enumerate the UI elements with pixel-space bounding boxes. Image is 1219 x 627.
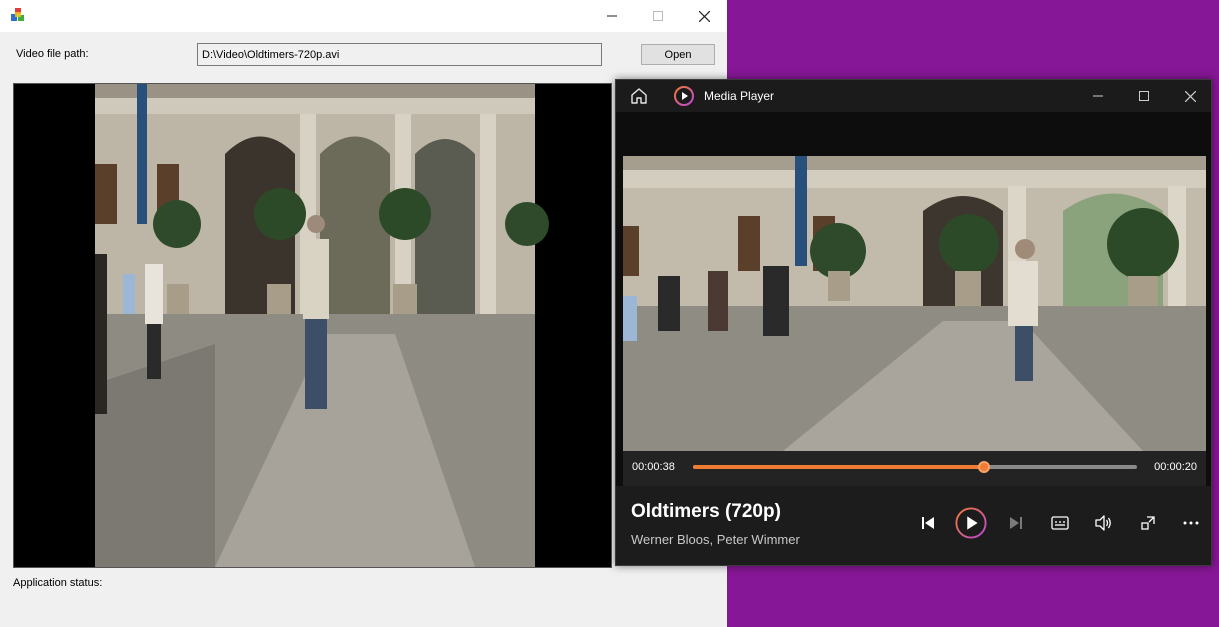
- seek-thumb[interactable]: [977, 461, 990, 473]
- mini-player-icon: [1141, 516, 1155, 530]
- mini-player-button[interactable]: [1132, 507, 1164, 539]
- home-icon[interactable]: [630, 87, 648, 105]
- video-frame: [623, 156, 1206, 451]
- media-player-logo-icon: [674, 86, 694, 106]
- media-player-window: Media Player 00:00:38 00:00:20 Oldtimers…: [615, 79, 1212, 566]
- close-icon: [698, 10, 710, 22]
- media-artist: Werner Bloos, Peter Wimmer: [631, 532, 800, 547]
- open-button[interactable]: Open: [641, 44, 715, 65]
- close-button[interactable]: [681, 0, 727, 32]
- media-controls: Oldtimers (720p) Werner Bloos, Peter Wim…: [616, 486, 1211, 565]
- play-icon: [955, 507, 987, 539]
- minimize-button[interactable]: [589, 0, 635, 32]
- next-icon: [1010, 517, 1022, 529]
- video-frame: [14, 84, 611, 567]
- volume-button[interactable]: [1088, 507, 1120, 539]
- seek-progress-fill: [693, 465, 984, 469]
- media-player-title-bar[interactable]: Media Player: [616, 80, 1211, 112]
- play-button[interactable]: [955, 507, 987, 539]
- more-icon: [1183, 521, 1199, 525]
- minimize-icon: [1093, 95, 1103, 97]
- next-button[interactable]: [1000, 507, 1032, 539]
- more-button[interactable]: [1175, 507, 1207, 539]
- minimize-icon: [607, 15, 617, 17]
- subtitles-button[interactable]: [1044, 507, 1076, 539]
- maximize-icon: [1139, 91, 1149, 101]
- seek-slider[interactable]: [693, 461, 1137, 473]
- seek-bar: 00:00:38 00:00:20: [623, 451, 1206, 486]
- media-player-video[interactable]: [623, 156, 1206, 451]
- media-player-app-name: Media Player: [704, 89, 775, 103]
- subtitles-icon: [1051, 516, 1069, 530]
- media-title: Oldtimers (720p): [631, 501, 781, 522]
- close-icon: [1184, 90, 1196, 102]
- app-icon: [11, 8, 24, 21]
- maximize-button[interactable]: [635, 0, 681, 32]
- video-path-label: Video file path:: [16, 48, 89, 60]
- previous-button[interactable]: [912, 507, 944, 539]
- elapsed-time: 00:00:38: [632, 461, 675, 473]
- application-status-label: Application status:: [13, 577, 103, 589]
- volume-icon: [1095, 515, 1111, 531]
- mp-minimize-button[interactable]: [1075, 80, 1121, 112]
- video-path-input[interactable]: [197, 43, 602, 66]
- maximize-icon: [653, 11, 663, 21]
- mp-close-button[interactable]: [1167, 80, 1211, 112]
- mp-maximize-button[interactable]: [1121, 80, 1167, 112]
- video-display: [13, 83, 612, 568]
- previous-icon: [922, 517, 934, 529]
- remaining-time: 00:00:20: [1154, 461, 1197, 473]
- app-title-bar[interactable]: [0, 0, 727, 32]
